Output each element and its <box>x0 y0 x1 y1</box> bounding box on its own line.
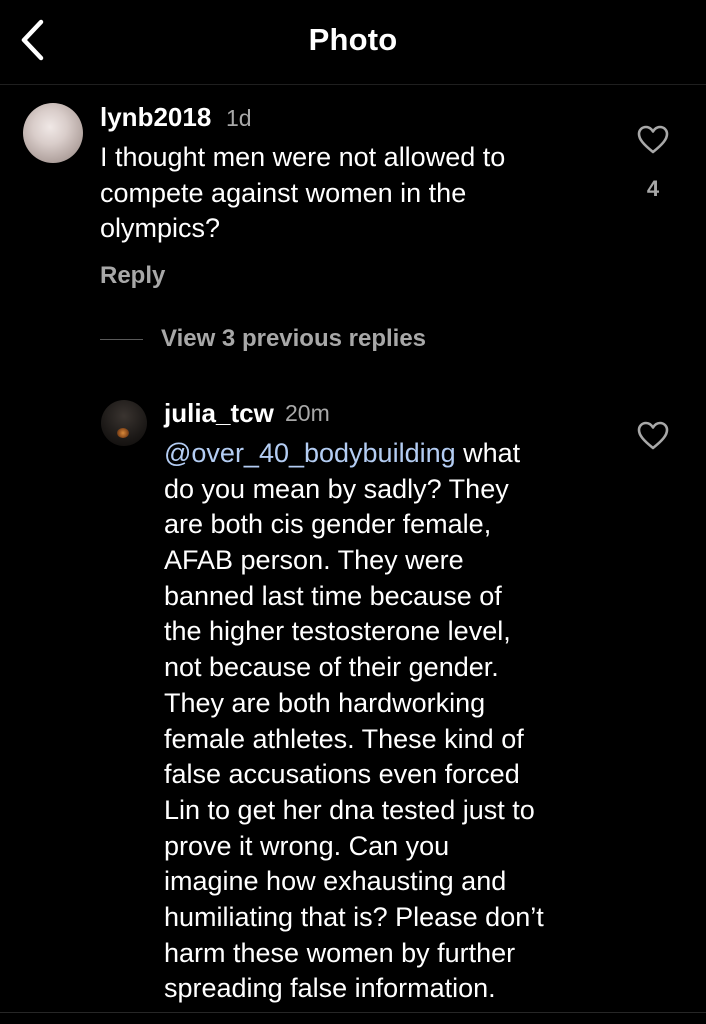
comment-line: false accusations even forced <box>164 759 520 790</box>
comment-line: spreading false information. <box>164 973 496 1004</box>
comment-line: banned last time because of <box>164 580 502 611</box>
comment-text: I thought men were not allowed to compet… <box>100 140 505 247</box>
comment-line: are both cis gender female, <box>164 509 492 540</box>
view-replies-label: View 3 previous replies <box>161 325 427 352</box>
comment-timestamp: 1d <box>226 105 252 131</box>
comment-line: Lin to get her dna tested just to <box>164 794 535 825</box>
like-count[interactable]: 4 <box>636 176 670 202</box>
avatar[interactable] <box>23 103 83 163</box>
comment-line: They are both hardworking <box>164 687 486 718</box>
heart-outline-icon <box>637 125 669 160</box>
mention-link[interactable]: @over_40_bodybuilding <box>164 438 456 468</box>
avatar[interactable] <box>101 400 147 446</box>
divider <box>100 338 143 340</box>
comment-line: imagine how exhausting and <box>164 866 507 897</box>
comment-line: harm these women by further <box>164 937 516 968</box>
like-button[interactable] <box>636 125 670 160</box>
divider <box>0 1012 706 1013</box>
comment-text: @over_40_bodybuilding what do you mean b… <box>164 436 544 1007</box>
avatar-glow <box>117 428 129 438</box>
comment-username[interactable]: lynb2018 <box>100 102 211 133</box>
comment-line-rest: what <box>455 438 521 468</box>
heart-outline-icon <box>637 421 669 456</box>
comment-line: not because of their gender. <box>164 652 499 683</box>
comment-line: olympics? <box>100 213 221 244</box>
comment-timestamp: 20m <box>285 400 330 426</box>
comment-line: the higher testosterone level, <box>164 616 511 647</box>
view-previous-replies-button[interactable]: View 3 previous replies <box>100 322 426 356</box>
comment-line: compete against women in the <box>100 177 467 208</box>
comment-line: prove it wrong. Can you <box>164 830 450 861</box>
comment-line: do you mean by sadly? They <box>164 473 509 504</box>
top-bar: Photo <box>0 0 706 85</box>
like-button[interactable] <box>636 421 670 456</box>
comment-username[interactable]: julia_tcw <box>164 398 274 429</box>
comment-line: humiliating that is? Please don’t <box>164 901 544 932</box>
comment-line: I thought men were not allowed to <box>100 142 506 172</box>
comment-line: female athletes. These kind of <box>164 723 524 754</box>
reply-button[interactable]: Reply <box>100 262 165 290</box>
page-title: Photo <box>308 22 398 57</box>
comment-line: AFAB person. They were <box>164 545 464 576</box>
comment-line: @over_40_bodybuilding what <box>164 436 544 472</box>
